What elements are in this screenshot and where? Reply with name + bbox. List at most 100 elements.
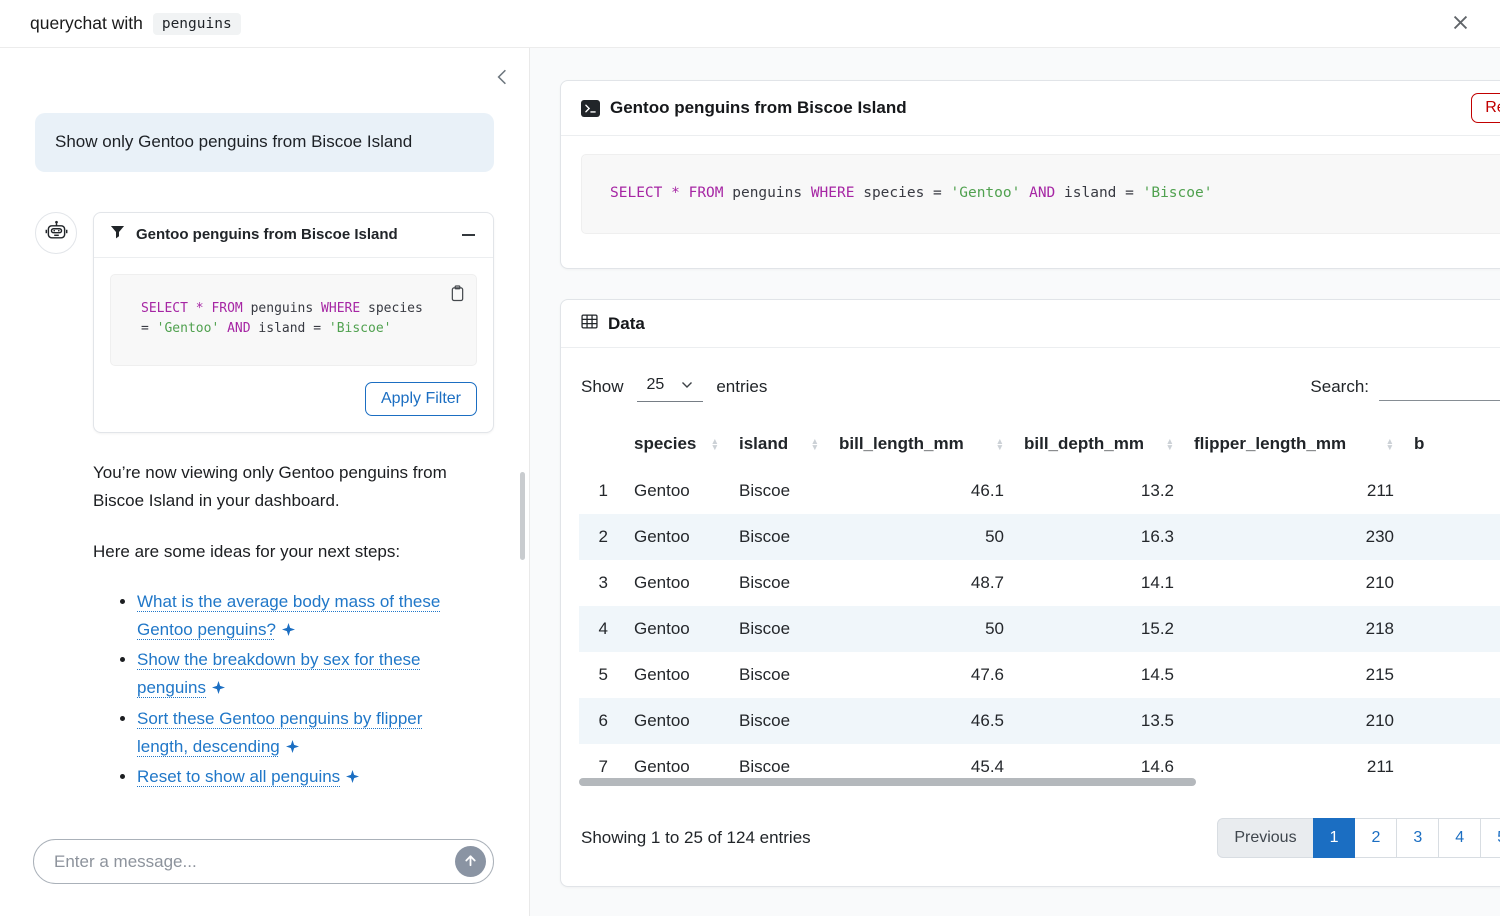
- chat-sidebar: Show only Gentoo penguins from Biscoe Is…: [0, 48, 530, 916]
- page-button-previous[interactable]: Previous: [1217, 818, 1313, 858]
- table-cell: 215: [1184, 652, 1404, 698]
- table-cell: 47.6: [829, 652, 1014, 698]
- sidebar-collapse-button[interactable]: [491, 64, 513, 93]
- filter-card-title: Gentoo penguins from Biscoe Island: [136, 226, 398, 243]
- table-cell: 3: [579, 560, 624, 606]
- table-cell: 13.5: [1014, 698, 1184, 744]
- column-header-species[interactable]: species▲▼: [624, 424, 729, 468]
- sparkle-icon: [282, 623, 295, 636]
- suggestion-link[interactable]: Sort these Gentoo penguins by flipper le…: [137, 709, 422, 756]
- column-header-flipper_length_mm[interactable]: flipper_length_mm▲▼: [1184, 424, 1404, 468]
- table-cell: [1404, 606, 1500, 652]
- chevron-left-icon: [495, 74, 509, 89]
- table-cell: Biscoe: [729, 468, 829, 514]
- table-cell: Gentoo: [624, 652, 729, 698]
- collapse-card-button[interactable]: [460, 228, 477, 242]
- table-cell: Biscoe: [729, 698, 829, 744]
- suggestion-item: What is the average body mass of these G…: [137, 588, 470, 644]
- clipboard-icon: [450, 290, 465, 305]
- reset-query-button[interactable]: Reset Query: [1471, 93, 1500, 123]
- data-card: Data Show 25 entries Search:: [560, 299, 1500, 887]
- sparkle-icon: [212, 681, 225, 694]
- table-cell: 50: [829, 606, 1014, 652]
- suggestion-item: Sort these Gentoo penguins by flipper le…: [137, 705, 470, 761]
- suggestion-link[interactable]: Reset to show all penguins: [137, 767, 340, 786]
- table-cell: [1404, 744, 1500, 788]
- sparkle-icon: [346, 770, 359, 783]
- sql-code-block: SELECT * FROM penguins WHERE species = '…: [581, 154, 1500, 234]
- page-length-select[interactable]: 25: [637, 372, 704, 402]
- sql-code: SELECT * FROM penguins WHERE species = '…: [582, 155, 1500, 233]
- message-composer: [33, 839, 494, 884]
- table-row: 5GentooBiscoe47.614.5215: [579, 652, 1500, 698]
- query-card-title: Gentoo penguins from Biscoe Island: [610, 98, 907, 118]
- suggestion-item: Show the breakdown by sex for these peng…: [137, 646, 470, 702]
- assistant-paragraph: You’re now viewing only Gentoo penguins …: [93, 459, 494, 515]
- page-length-value: 25: [647, 376, 665, 394]
- table-cell: Biscoe: [729, 652, 829, 698]
- table-row: 1GentooBiscoe46.113.2211: [579, 468, 1500, 514]
- dashboard-panel: Gentoo penguins from Biscoe Island Reset…: [530, 48, 1500, 916]
- suggestion-list: What is the average body mass of these G…: [93, 588, 494, 792]
- copy-code-button[interactable]: [448, 283, 467, 307]
- table-cell: 46.1: [829, 468, 1014, 514]
- table-cell: 46.5: [829, 698, 1014, 744]
- assistant-paragraph: Here are some ideas for your next steps:: [93, 538, 494, 566]
- column-header-index: [579, 424, 624, 468]
- sort-arrows-icon: ▲▼: [1386, 438, 1394, 451]
- table-row: 3GentooBiscoe48.714.1210: [579, 560, 1500, 606]
- table-cell: Biscoe: [729, 560, 829, 606]
- page-button-1[interactable]: 1: [1313, 818, 1356, 858]
- table-cell: 5: [579, 652, 624, 698]
- page-button-3[interactable]: 3: [1396, 818, 1439, 858]
- show-label: Show: [581, 377, 624, 397]
- chevron-down-icon: [681, 376, 693, 394]
- table-icon: [581, 313, 598, 335]
- message-input[interactable]: [54, 852, 455, 872]
- send-button[interactable]: [455, 846, 486, 877]
- sort-arrows-icon: ▲▼: [996, 438, 1004, 451]
- table-cell: 50: [829, 514, 1014, 560]
- search-control: Search:: [1310, 373, 1500, 401]
- funnel-icon: [110, 225, 125, 245]
- close-button[interactable]: [1447, 9, 1474, 39]
- apply-filter-button[interactable]: Apply Filter: [365, 382, 477, 416]
- table-cell: 16.3: [1014, 514, 1184, 560]
- column-header-bill_depth_mm[interactable]: bill_depth_mm▲▼: [1014, 424, 1184, 468]
- sql-code: SELECT * FROM penguins WHERE species = '…: [111, 275, 476, 365]
- terminal-icon: [581, 100, 600, 117]
- search-input[interactable]: [1379, 373, 1500, 401]
- suggestion-link[interactable]: Show the breakdown by sex for these peng…: [137, 650, 421, 697]
- column-header-b[interactable]: b▲▼: [1404, 424, 1500, 468]
- table-cell: Biscoe: [729, 606, 829, 652]
- page-button-4[interactable]: 4: [1438, 818, 1481, 858]
- table-cell: 1: [579, 468, 624, 514]
- sort-arrows-icon: ▲▼: [811, 438, 819, 451]
- pagination: Previous12345Next: [1217, 818, 1500, 858]
- table-cell: 13.2: [1014, 468, 1184, 514]
- column-header-island[interactable]: island▲▼: [729, 424, 829, 468]
- table-cell: [1404, 468, 1500, 514]
- table-cell: Gentoo: [624, 468, 729, 514]
- page-length-control: Show 25 entries: [581, 372, 767, 402]
- table-cell: 4: [579, 606, 624, 652]
- table-cell: Gentoo: [624, 698, 729, 744]
- suggestion-item: Reset to show all penguins: [137, 763, 470, 791]
- table-cell: [1404, 698, 1500, 744]
- user-message: Show only Gentoo penguins from Biscoe Is…: [35, 113, 494, 172]
- column-header-bill_length_mm[interactable]: bill_length_mm▲▼: [829, 424, 1014, 468]
- assistant-avatar: [35, 212, 77, 254]
- arrow-up-icon: [463, 853, 478, 871]
- table-cell: Gentoo: [624, 606, 729, 652]
- table-cell: 218: [1184, 606, 1404, 652]
- page-button-5[interactable]: 5: [1480, 818, 1500, 858]
- sidebar-scrollbar-thumb[interactable]: [520, 472, 525, 560]
- table-cell: 15.2: [1014, 606, 1184, 652]
- page-button-2[interactable]: 2: [1354, 818, 1397, 858]
- table-cell: 210: [1184, 698, 1404, 744]
- table-cell: 210: [1184, 560, 1404, 606]
- query-card: Gentoo penguins from Biscoe Island Reset…: [560, 80, 1500, 269]
- table-cell: [1404, 652, 1500, 698]
- table-horizontal-scrollbar-thumb[interactable]: [579, 778, 1196, 786]
- table-cell: 48.7: [829, 560, 1014, 606]
